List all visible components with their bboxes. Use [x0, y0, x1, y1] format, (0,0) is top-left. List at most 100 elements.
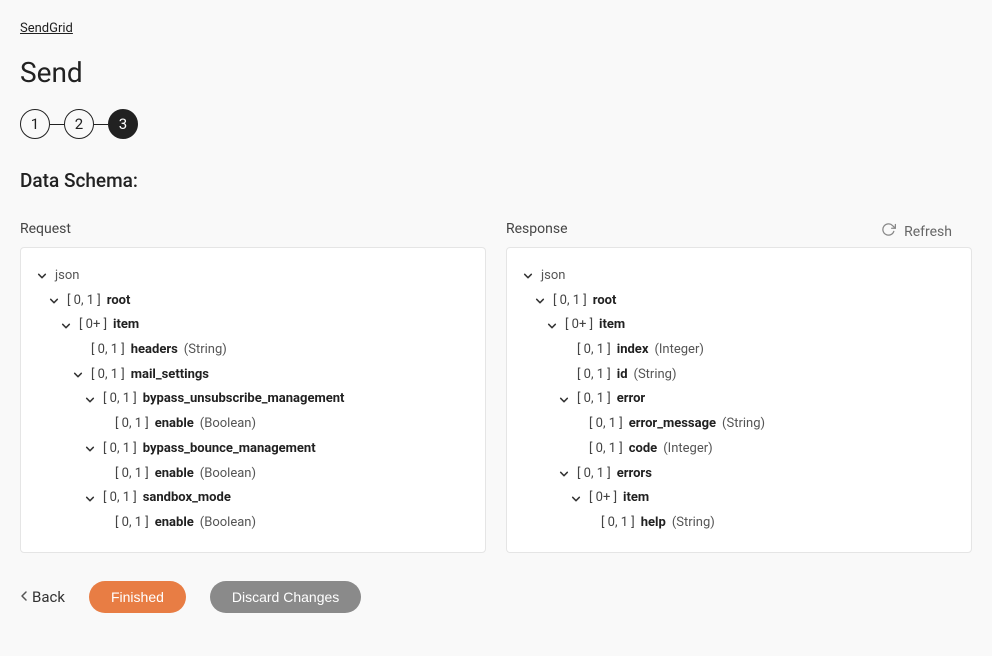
request-tree-row: [ 0, 1 ] enable (Boolean): [35, 462, 471, 487]
field-range: [ 0, 1 ]: [115, 462, 149, 487]
request-tree-row: json: [35, 264, 471, 289]
response-schema-card: json[ 0, 1 ] root[ 0+ ] item[ 0, 1 ] ind…: [506, 247, 972, 553]
response-tree-row: [ 0, 1 ] error: [521, 387, 957, 412]
field-name: error: [617, 387, 645, 412]
field-name: index: [617, 338, 649, 363]
back-label: Back: [32, 588, 65, 606]
field-range: [ 0, 1 ]: [589, 412, 623, 437]
breadcrumb[interactable]: SendGrid: [20, 21, 73, 36]
chevron-down-icon[interactable]: [557, 467, 571, 481]
response-tree-row: [ 0, 1 ] error_message (String): [521, 412, 957, 437]
chevron-spacer: [581, 516, 595, 530]
field-range: [ 0, 1 ]: [115, 412, 149, 437]
chevron-spacer: [71, 343, 85, 357]
finished-button[interactable]: Finished: [89, 581, 186, 613]
section-title: Data Schema:: [20, 169, 972, 192]
chevron-down-icon[interactable]: [533, 294, 547, 308]
chevron-down-icon[interactable]: [521, 269, 535, 283]
field-type: (String): [184, 338, 227, 363]
field-type: (String): [672, 511, 715, 536]
field-range: [ 0+ ]: [565, 313, 593, 338]
chevron-down-icon[interactable]: [83, 442, 97, 456]
request-tree-row: [ 0, 1 ] mail_settings: [35, 363, 471, 388]
field-range: [ 0, 1 ]: [67, 289, 101, 314]
field-name: item: [623, 486, 649, 511]
field-range: [ 0, 1 ]: [577, 462, 611, 487]
request-tree-row: [ 0, 1 ] bypass_unsubscribe_management: [35, 387, 471, 412]
field-name: mail_settings: [131, 363, 209, 388]
step-2[interactable]: 2: [64, 109, 94, 139]
chevron-spacer: [557, 343, 571, 357]
request-tree-row: [ 0, 1 ] headers (String): [35, 338, 471, 363]
response-tree-row: [ 0, 1 ] root: [521, 289, 957, 314]
field-name: enable: [155, 412, 194, 437]
request-tree-row: [ 0, 1 ] enable (Boolean): [35, 412, 471, 437]
field-range: [ 0, 1 ]: [553, 289, 587, 314]
field-name: item: [113, 313, 139, 338]
field-name: root: [593, 289, 617, 314]
chevron-spacer: [95, 516, 109, 530]
request-tree-row: [ 0+ ] item: [35, 313, 471, 338]
field-name: json: [541, 264, 565, 289]
field-name: bypass_bounce_management: [143, 437, 316, 462]
chevron-down-icon[interactable]: [83, 393, 97, 407]
response-tree-row: [ 0, 1 ] help (String): [521, 511, 957, 536]
chevron-down-icon[interactable]: [557, 393, 571, 407]
field-type: (String): [722, 412, 765, 437]
chevron-down-icon[interactable]: [545, 319, 559, 333]
field-name: enable: [155, 462, 194, 487]
field-range: [ 0, 1 ]: [589, 437, 623, 462]
chevron-spacer: [95, 467, 109, 481]
chevron-down-icon[interactable]: [35, 269, 49, 283]
field-name: item: [599, 313, 625, 338]
response-tree-row: [ 0+ ] item: [521, 486, 957, 511]
field-range: [ 0+ ]: [589, 486, 617, 511]
chevron-spacer: [95, 417, 109, 431]
field-range: [ 0, 1 ]: [103, 387, 137, 412]
footer: Back Finished Discard Changes: [20, 581, 972, 613]
request-label: Request: [20, 221, 486, 237]
chevron-spacer: [569, 442, 583, 456]
field-name: sandbox_mode: [143, 486, 231, 511]
field-range: [ 0, 1 ]: [577, 387, 611, 412]
step-1[interactable]: 1: [20, 109, 50, 139]
field-type: (Integer): [654, 338, 703, 363]
request-column: Request json[ 0, 1 ] root[ 0+ ] item[ 0,…: [20, 221, 486, 553]
chevron-down-icon[interactable]: [83, 492, 97, 506]
field-range: [ 0, 1 ]: [601, 511, 635, 536]
chevron-left-icon: [20, 588, 28, 606]
chevron-down-icon[interactable]: [71, 368, 85, 382]
response-column: Response json[ 0, 1 ] root[ 0+ ] item[ 0…: [506, 221, 972, 553]
discard-button[interactable]: Discard Changes: [210, 581, 361, 613]
response-tree-row: json: [521, 264, 957, 289]
response-label: Response: [506, 221, 972, 237]
step-connector: [94, 124, 108, 125]
field-range: [ 0, 1 ]: [91, 338, 125, 363]
field-range: [ 0, 1 ]: [115, 511, 149, 536]
request-tree-row: [ 0, 1 ] sandbox_mode: [35, 486, 471, 511]
response-tree-row: [ 0, 1 ] errors: [521, 462, 957, 487]
back-button[interactable]: Back: [20, 588, 65, 606]
response-tree-row: [ 0, 1 ] id (String): [521, 363, 957, 388]
chevron-down-icon[interactable]: [47, 294, 61, 308]
field-range: [ 0, 1 ]: [577, 363, 611, 388]
chevron-down-icon[interactable]: [59, 319, 73, 333]
request-schema-card: json[ 0, 1 ] root[ 0+ ] item[ 0, 1 ] hea…: [20, 247, 486, 553]
step-3[interactable]: 3: [108, 109, 138, 139]
request-tree-row: [ 0, 1 ] bypass_bounce_management: [35, 437, 471, 462]
field-range: [ 0, 1 ]: [91, 363, 125, 388]
chevron-down-icon[interactable]: [569, 492, 583, 506]
field-range: [ 0, 1 ]: [103, 437, 137, 462]
field-name: code: [629, 437, 657, 462]
field-name: help: [641, 511, 666, 536]
field-name: bypass_unsubscribe_management: [143, 387, 345, 412]
field-type: (Boolean): [200, 412, 256, 437]
step-connector: [50, 124, 64, 125]
field-name: error_message: [629, 412, 716, 437]
page-title: Send: [20, 56, 972, 89]
field-name: json: [55, 264, 79, 289]
response-tree-row: [ 0, 1 ] code (Integer): [521, 437, 957, 462]
field-name: id: [617, 363, 628, 388]
field-name: enable: [155, 511, 194, 536]
field-type: (Boolean): [200, 511, 256, 536]
